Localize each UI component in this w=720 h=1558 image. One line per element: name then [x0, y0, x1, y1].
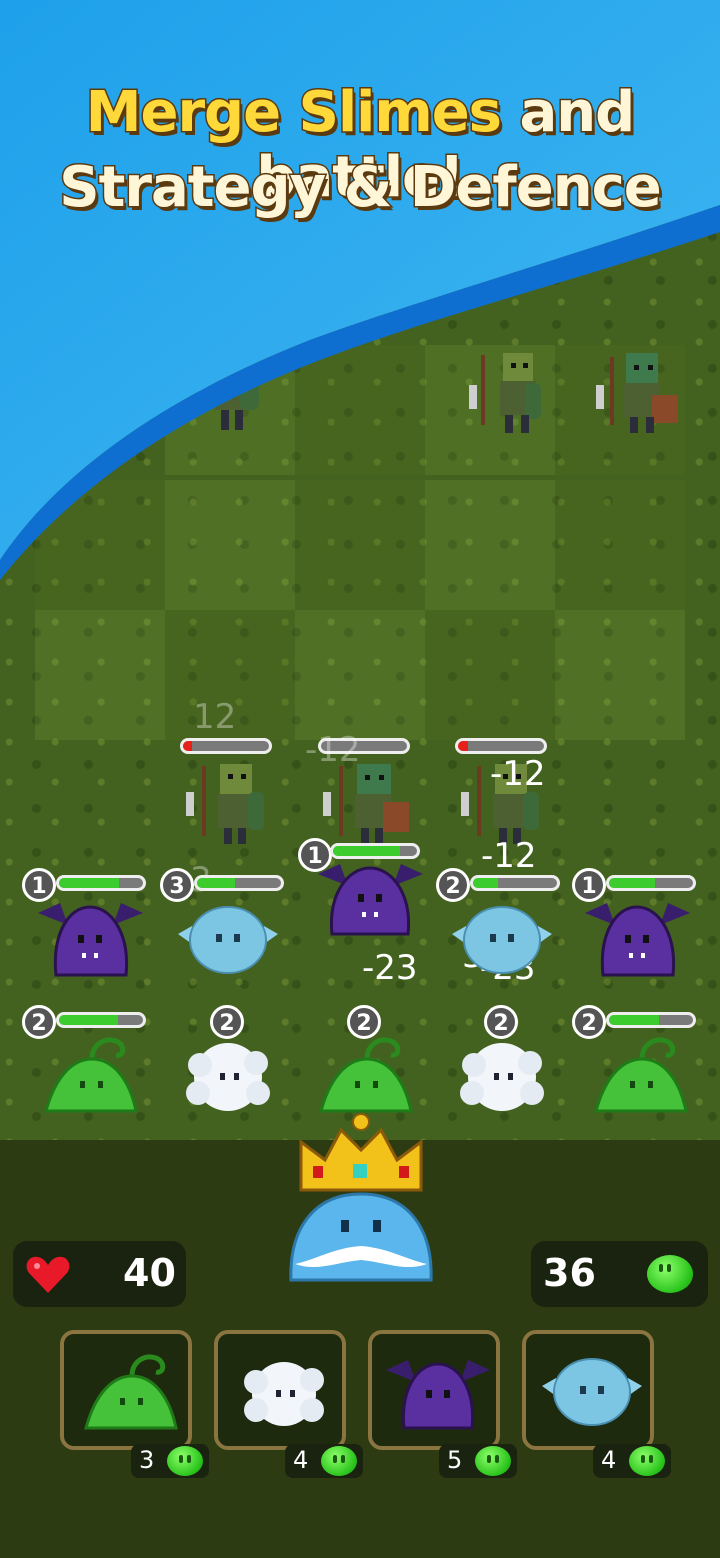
board-tile[interactable] — [295, 610, 425, 740]
slime-level-badge: 2 — [22, 1005, 56, 1039]
fluff-slime-unit[interactable] — [452, 1035, 552, 1115]
goblin-archer-enemy — [186, 764, 264, 844]
gold-count: 36 — [543, 1251, 596, 1295]
board-tile[interactable] — [295, 345, 425, 475]
damage-number: -23 — [362, 948, 418, 988]
bat-slime-unit[interactable] — [38, 895, 143, 980]
bat-slime-unit[interactable] — [318, 860, 423, 940]
board-tile[interactable] — [295, 480, 425, 610]
goblin-archer-enemy — [469, 353, 541, 433]
slime-coin-icon — [321, 1446, 357, 1476]
shop-cost-value: 5 — [447, 1446, 463, 1474]
board-tile[interactable] — [425, 480, 555, 610]
bat-slime-unit[interactable] — [585, 895, 690, 980]
board-tile[interactable] — [425, 610, 555, 740]
slime-level-badge: 3 — [160, 868, 194, 902]
board-tile[interactable] — [165, 480, 295, 610]
subheadline: Strategy & Defence — [58, 154, 664, 222]
slime-level-badge: 2 — [436, 868, 470, 902]
slime-coin-icon — [167, 1446, 203, 1476]
enemy-health-bar — [455, 738, 547, 754]
slime-level-badge: 2 — [210, 1005, 244, 1039]
shop-cost: 5 — [439, 1444, 517, 1478]
goblin-archer-enemy — [199, 374, 259, 430]
shop-slot-ice-slime[interactable] — [522, 1330, 654, 1450]
shop-cost: 3 — [131, 1444, 209, 1478]
slime-level-badge: 2 — [484, 1005, 518, 1039]
slime-health-bar — [330, 843, 420, 859]
game-stage: Merge Slimes and battle! Strategy & Defe… — [0, 0, 720, 1558]
fluff-slime-icon — [244, 1362, 324, 1426]
slime-health-bar — [194, 875, 284, 891]
shop-cost-value: 3 — [139, 1446, 155, 1474]
goblin-archer-enemy — [323, 764, 409, 844]
damage-number: -12 — [481, 836, 537, 876]
damage-number: -12 — [305, 730, 361, 770]
sprout-slime-unit[interactable] — [40, 1035, 140, 1115]
sprout-slime-unit[interactable] — [315, 1035, 415, 1115]
bat-slime-icon — [386, 1360, 490, 1430]
enemy-health-bar — [180, 738, 272, 754]
slime-level-badge: 2 — [347, 1005, 381, 1039]
board-tile[interactable] — [555, 610, 685, 740]
fluff-slime-unit[interactable] — [178, 1035, 278, 1115]
ice-slime-unit[interactable] — [452, 900, 552, 980]
sprout-slime-icon — [84, 1354, 178, 1430]
slime-coin-icon — [475, 1446, 511, 1476]
shop-slot-fluff-slime[interactable] — [214, 1330, 346, 1450]
shop-cost-value: 4 — [601, 1446, 617, 1474]
damage-number: 12 — [193, 697, 237, 737]
slime-health-bar — [606, 875, 696, 891]
headline-highlight: Merge Slimes — [84, 79, 503, 147]
board-tile[interactable] — [555, 480, 685, 610]
lives-count: 40 — [123, 1251, 176, 1295]
board-tile[interactable] — [35, 610, 165, 740]
slime-health-bar — [56, 875, 146, 891]
slime-coin-icon — [629, 1446, 665, 1476]
gold-panel: 36 — [531, 1241, 708, 1307]
shop-cost: 4 — [285, 1444, 363, 1478]
shop-cost-value: 4 — [293, 1446, 309, 1474]
king-slime-hero[interactable] — [285, 1110, 440, 1295]
board-tile[interactable] — [35, 480, 165, 610]
ice-slime-icon — [542, 1358, 642, 1426]
lives-panel: 40 — [13, 1241, 186, 1307]
damage-number: -12 — [490, 754, 546, 794]
heart-icon — [26, 1256, 70, 1293]
slime-health-bar — [606, 1012, 696, 1028]
slime-health-bar — [470, 875, 560, 891]
ice-slime-unit[interactable] — [178, 900, 278, 980]
slime-coin-icon — [647, 1255, 693, 1293]
shop-slot-sprout-slime[interactable] — [60, 1330, 192, 1450]
shop-cost: 4 — [593, 1444, 671, 1478]
shop-slot-bat-slime[interactable] — [368, 1330, 500, 1450]
slime-level-badge: 2 — [572, 1005, 606, 1039]
sprout-slime-unit[interactable] — [590, 1035, 690, 1115]
goblin-archer-enemy — [596, 353, 678, 433]
slime-health-bar — [56, 1012, 146, 1028]
